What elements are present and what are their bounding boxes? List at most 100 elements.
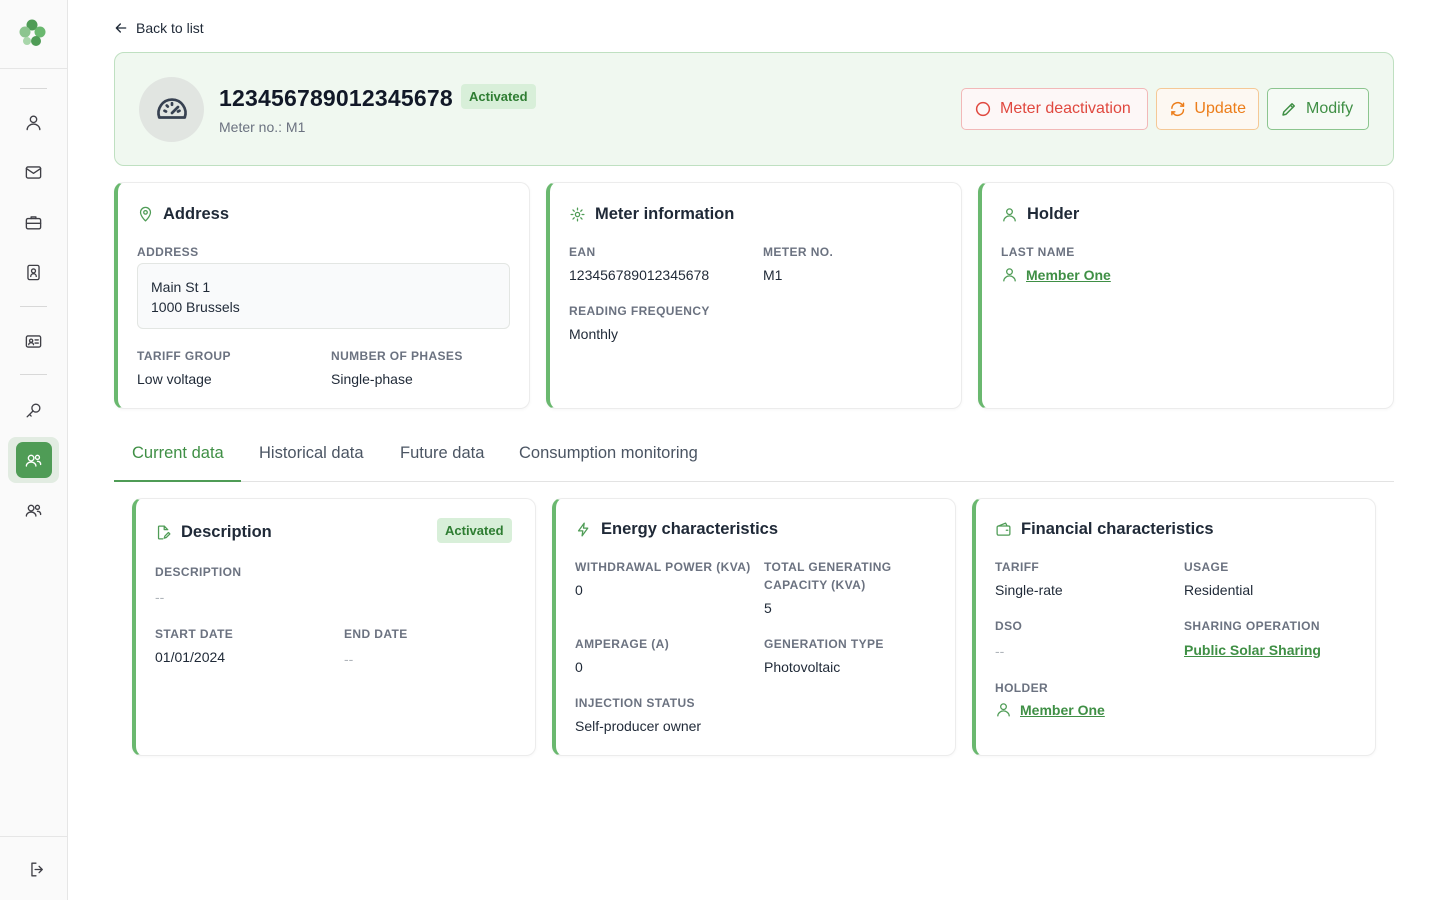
tab-current-data[interactable]: Current data <box>132 444 224 463</box>
holder-card-title: Holder <box>1001 205 1079 224</box>
meter-no-value: M1 <box>763 267 783 283</box>
modify-button[interactable]: Modify <box>1267 88 1369 130</box>
generation-type-value: Photovoltaic <box>764 659 841 675</box>
sidebar-divider <box>20 374 47 375</box>
contact-book-icon <box>27 264 40 280</box>
sidebar-divider <box>20 88 47 89</box>
meter-number-subtitle: Meter no.: M1 <box>219 119 306 135</box>
last-name-label: LAST NAME <box>1001 245 1075 259</box>
nav-item-profile[interactable] <box>8 99 59 145</box>
tab-consumption-monitoring[interactable]: Consumption monitoring <box>519 444 698 463</box>
dso-label: DSO <box>995 619 1023 633</box>
logout-button[interactable] <box>12 846 63 892</box>
address-line-1: Main St 1 <box>151 279 211 295</box>
nav-item-work[interactable] <box>8 199 59 245</box>
reading-frequency-value: Monthly <box>569 326 619 342</box>
sidebar-footer-divider <box>0 836 68 837</box>
back-link-label: Back to list <box>136 20 204 36</box>
description-label: DESCRIPTION <box>155 565 242 579</box>
generating-capacity-label-line-2: CAPACITY (KVA) <box>764 578 866 592</box>
ean-value: 123456789012345678 <box>569 267 710 283</box>
financial-holder-link[interactable]: Member One <box>995 701 1105 718</box>
tab-historical-data[interactable]: Historical data <box>259 444 364 463</box>
sidebar-header-divider <box>0 68 68 69</box>
circle-icon <box>975 101 991 117</box>
financial-holder-label: HOLDER <box>995 681 1049 695</box>
wallet-icon <box>996 522 1011 536</box>
user-icon <box>1003 208 1016 222</box>
nav-item-members[interactable] <box>8 318 59 364</box>
clover-logo[interactable] <box>16 17 48 49</box>
user-icon <box>1003 268 1016 282</box>
community-icon <box>25 454 42 467</box>
description-status-badge: Activated <box>437 518 512 543</box>
ean-label: EAN <box>569 245 596 259</box>
sidebar-divider <box>20 306 47 307</box>
phases-value: Single-phase <box>331 371 413 387</box>
briefcase-icon <box>25 215 42 230</box>
start-date-label: START DATE <box>155 627 234 641</box>
financial-title-text: Financial characteristics <box>1021 520 1214 538</box>
address-label: ADDRESS <box>137 245 199 259</box>
key-icon <box>26 402 41 418</box>
modify-label: Modify <box>1306 100 1354 117</box>
active-tab-indicator <box>114 480 241 482</box>
nav-item-communities[interactable] <box>8 437 59 483</box>
gauge-icon <box>156 97 187 119</box>
page-title: 123456789012345678 <box>219 85 453 111</box>
address-title-text: Address <box>163 205 230 223</box>
map-pin-icon <box>139 206 152 222</box>
file-edit-icon <box>157 525 171 540</box>
meter-deactivation-label: Meter deactivation <box>1000 100 1131 117</box>
logout-icon <box>31 861 43 877</box>
usage-label: USAGE <box>1184 560 1229 574</box>
phases-label: NUMBER OF PHASES <box>331 349 463 363</box>
tab-future-data[interactable]: Future data <box>400 444 484 463</box>
injection-status-value: Self-producer owner <box>575 718 702 734</box>
reading-frequency-label: READING FREQUENCY <box>569 304 710 318</box>
refresh-icon <box>1171 102 1185 116</box>
amperage-label: AMPERAGE (A) <box>575 637 670 651</box>
sharing-operation-name: Public Solar Sharing <box>1184 642 1321 658</box>
meter-information-title-text: Meter information <box>595 205 735 223</box>
active-indicator <box>15 442 52 478</box>
gear-icon <box>570 207 585 222</box>
id-card-icon <box>25 334 42 348</box>
nav-item-users[interactable] <box>8 487 59 533</box>
address-card: Address ADDRESS Main St 1 1000 Brussels … <box>114 182 530 409</box>
nav-item-messages[interactable] <box>8 149 59 195</box>
withdrawal-power-value: 0 <box>575 582 583 598</box>
tariff-group-value: Low voltage <box>137 371 212 387</box>
financial-holder-name: Member One <box>1020 701 1105 718</box>
end-date-value: -- <box>344 651 354 667</box>
start-date-value: 01/01/2024 <box>155 649 226 665</box>
update-label: Update <box>1194 100 1246 117</box>
nav-item-access[interactable] <box>8 387 59 433</box>
energy-characteristics-card: Energy characteristics WITHDRAWAL POWER … <box>552 498 956 756</box>
back-to-list-link[interactable]: Back to list <box>113 20 204 36</box>
meter-header: 123456789012345678 Activated Meter no.: … <box>114 52 1394 166</box>
description-title-text: Description <box>181 523 272 541</box>
holder-title-text: Holder <box>1027 205 1080 223</box>
meter-information-card: Meter information EAN 123456789012345678… <box>546 182 962 409</box>
address-card-title: Address <box>137 205 229 224</box>
sharing-operation-link[interactable]: Public Solar Sharing <box>1184 642 1321 658</box>
usage-value: Residential <box>1184 582 1254 598</box>
meter-deactivation-button[interactable]: Meter deactivation <box>961 88 1148 130</box>
holder-member-link[interactable]: Member One <box>1001 266 1111 283</box>
user-icon <box>26 114 41 130</box>
tariff-label: TARIFF <box>995 560 1040 574</box>
end-date-label: END DATE <box>344 627 408 641</box>
energy-card-title: Energy characteristics <box>575 520 778 539</box>
injection-status-label: INJECTION STATUS <box>575 696 695 710</box>
financial-card-title: Financial characteristics <box>995 520 1214 539</box>
generating-capacity-value: 5 <box>764 600 772 616</box>
description-value: -- <box>155 589 165 605</box>
address-box: Main St 1 1000 Brussels <box>137 263 510 329</box>
mail-icon <box>25 165 42 179</box>
update-button[interactable]: Update <box>1156 88 1259 130</box>
nav-item-contacts[interactable] <box>8 249 59 295</box>
sharing-operation-label: SHARING OPERATION <box>1184 619 1320 633</box>
tariff-value: Single-rate <box>995 582 1063 598</box>
generating-capacity-label-line-1: TOTAL GENERATING <box>764 560 892 574</box>
